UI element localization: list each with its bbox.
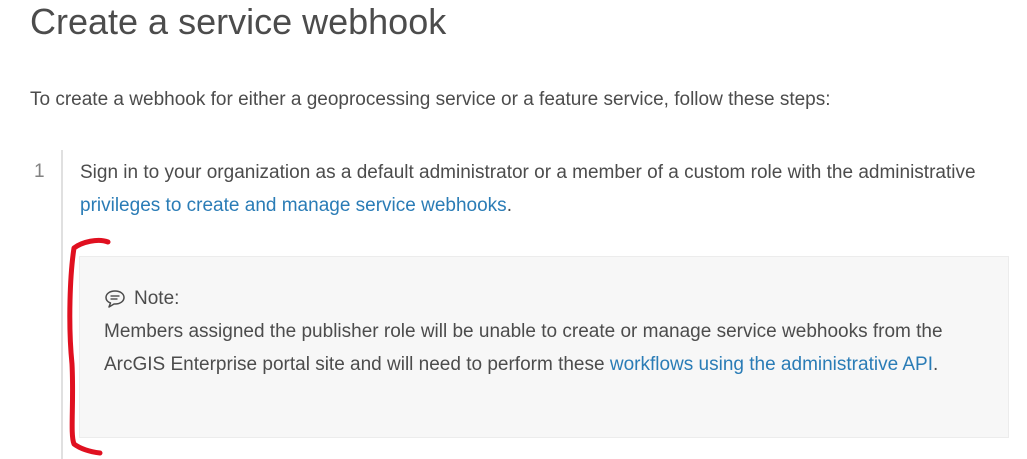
step-text: Sign in to your organization as a defaul… <box>80 156 980 222</box>
workflows-link[interactable]: workflows using the administrative API <box>610 354 933 375</box>
intro-paragraph: To create a webhook for either a geoproc… <box>30 89 831 110</box>
note-label: Note: <box>134 288 180 309</box>
note-body: Members assigned the publisher role will… <box>104 315 984 381</box>
step-text-before: Sign in to your organization as a defaul… <box>80 162 976 183</box>
step-number: 1 <box>34 161 45 182</box>
step-divider <box>61 150 63 459</box>
note-text-after: . <box>933 354 939 375</box>
note-header: Note: <box>104 285 179 313</box>
privileges-link[interactable]: privileges to create and manage service … <box>80 195 507 216</box>
speech-bubble-icon <box>104 289 126 309</box>
note-box: Note: Members assigned the publisher rol… <box>79 256 1009 438</box>
step-text-after: . <box>506 195 512 216</box>
page-title: Create a service webhook <box>30 1 447 42</box>
